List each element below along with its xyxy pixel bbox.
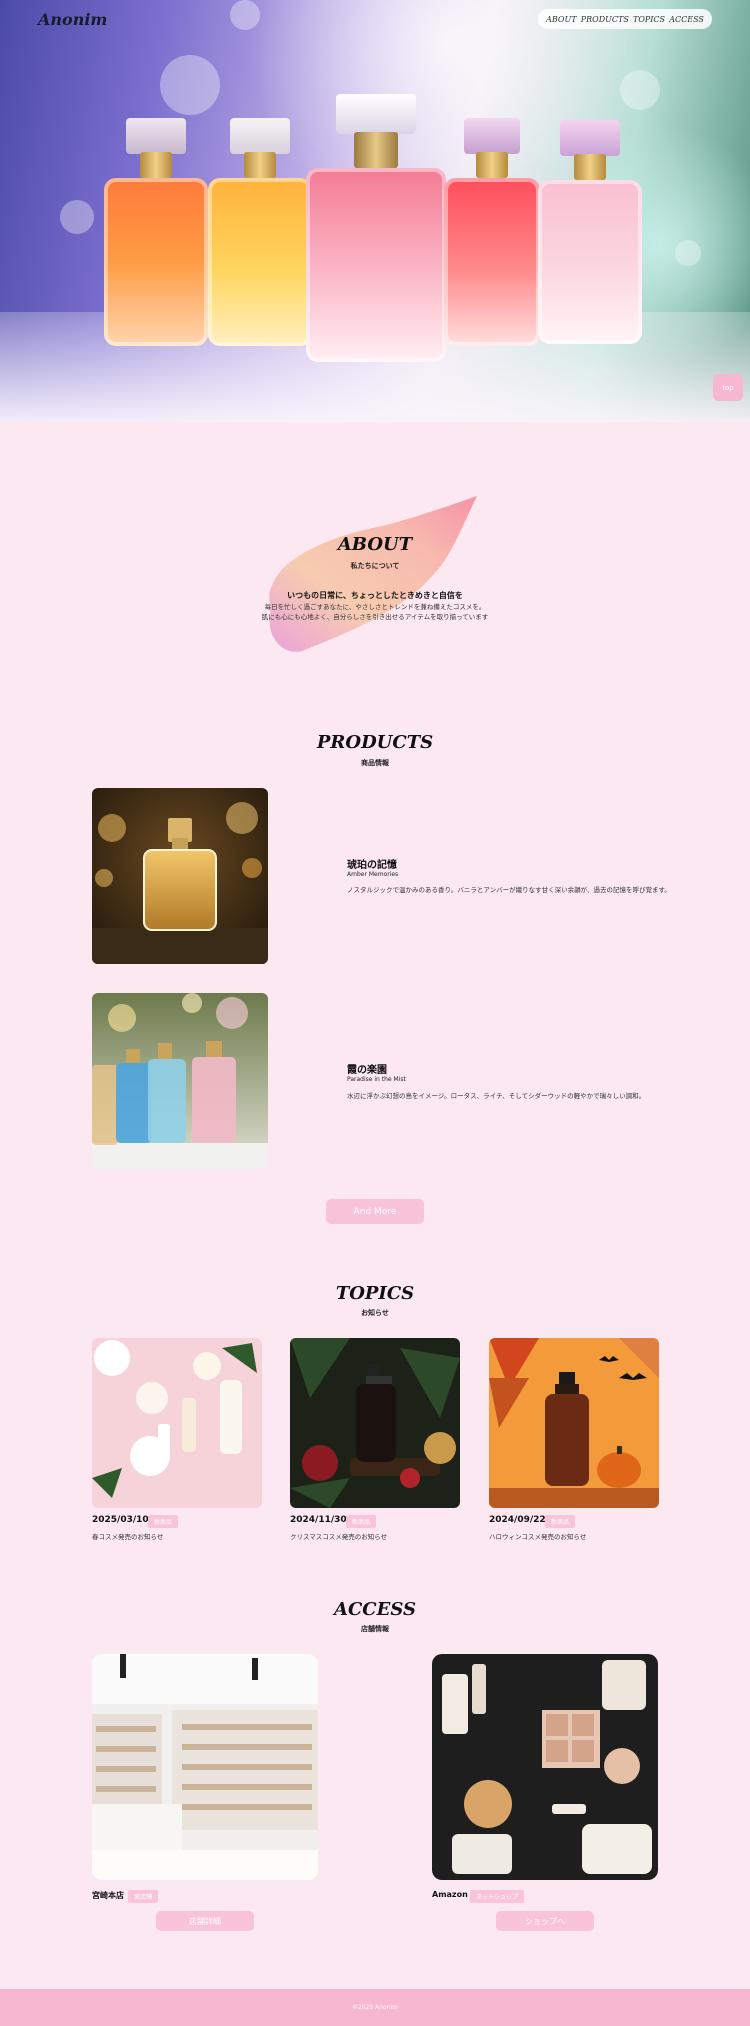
about-title: ABOUT [337, 534, 413, 555]
topic-image-christmas[interactable] [290, 1338, 460, 1508]
bokeh-light [675, 240, 701, 266]
product-desc-2: 水辺に浮かぶ幻想の島をイメージ。ロータス、ライチ、そしてシダーウッドの軽やかで瑞… [347, 1092, 646, 1100]
topic-date-1: 2025/03/10 [92, 1515, 149, 1525]
about-heading: いつもの日常に、ちょっとしたときめきと自信を [287, 591, 463, 600]
topic-date-2: 2024/11/30 [290, 1515, 347, 1525]
product-en-1: Amber Memories [347, 871, 399, 878]
access-image-online[interactable] [432, 1654, 658, 1880]
topics-subtitle: お知らせ [361, 1309, 389, 1317]
access-store-name-1: 宮崎本店 [92, 1891, 124, 1900]
about-line-1: 毎日を忙しく過ごすあなたに、やさしさとトレンドを兼ね備えたコスメを。 [264, 603, 486, 611]
about-subtitle: 私たちについて [350, 562, 400, 570]
bokeh-light [230, 0, 260, 30]
product-image-mist[interactable] [92, 993, 268, 1169]
footer-copyright: ©2025 Anonim [351, 2004, 399, 2011]
product-name-2: 霞の楽園 [347, 1065, 387, 1076]
shop-link-button[interactable]: ショップへ [496, 1911, 594, 1931]
and-more-button[interactable]: And More [326, 1199, 424, 1224]
topic-tag-2: 新商品 [346, 1515, 377, 1528]
nav-access[interactable]: ACCESS [669, 15, 704, 24]
store-detail-button[interactable]: 店舗詳細 [156, 1911, 254, 1931]
nav-about[interactable]: ABOUT [546, 15, 576, 24]
topic-text-2[interactable]: クリスマスコスメ発売のお知らせ [290, 1531, 387, 1541]
product-desc-1: ノスタルジックで温かみのある香り。バニラとアンバーが織りなす甘く深い余韻が、過去… [347, 886, 671, 894]
perfume-bottle-light-pink [538, 120, 642, 344]
access-title: ACCESS [334, 1599, 416, 1620]
perfume-bottle-pink [306, 94, 446, 362]
topic-image-halloween[interactable] [489, 1338, 659, 1508]
perfume-bottle-red [444, 118, 540, 346]
topic-image-spring[interactable] [92, 1338, 262, 1508]
perfume-bottle-yellow [208, 118, 312, 346]
bokeh-light [620, 70, 660, 110]
about-line-2: 肌にも心にも心地よく、自分らしさを引き出せるアイテムを取り揃っています [261, 613, 489, 621]
nav-products[interactable]: PRODUCTS [581, 15, 629, 24]
topic-tag-1: 新商品 [148, 1515, 179, 1528]
access-store-tag-1: 実店舗 [128, 1890, 159, 1903]
main-nav: ABOUT PRODUCTS TOPICS ACCESS [538, 9, 712, 29]
access-store-tag-2: ネットショップ [470, 1890, 525, 1903]
bokeh-light [160, 55, 220, 115]
hero-section: Anonim ABOUT PRODUCTS TOPICS ACCESS top [0, 0, 750, 422]
topic-date-3: 2024/09/22 [489, 1515, 546, 1525]
access-subtitle: 店舗情報 [361, 1625, 389, 1633]
topic-tag-3: 新商品 [545, 1515, 576, 1528]
topics-title: TOPICS [335, 1283, 415, 1304]
product-name-1: 琥珀の記憶 [347, 860, 397, 871]
topic-text-1[interactable]: 春コスメ発売のお知らせ [92, 1531, 163, 1541]
product-en-2: Paradise in the Mist [347, 1076, 406, 1083]
topic-text-3[interactable]: ハロウィンコスメ発売のお知らせ [489, 1531, 586, 1541]
nav-topics[interactable]: TOPICS [633, 15, 665, 24]
footer: ©2025 Anonim [0, 1989, 750, 2026]
access-image-store[interactable] [92, 1654, 318, 1880]
page-top-button[interactable]: top [713, 374, 743, 401]
access-store-name-2: Amazon [432, 1890, 468, 1899]
products-title: PRODUCTS [316, 732, 434, 753]
products-subtitle: 商品情報 [361, 759, 389, 767]
bokeh-light [60, 200, 94, 234]
perfume-bottle-orange [104, 118, 208, 346]
site-logo[interactable]: Anonim [38, 10, 107, 29]
product-image-amber[interactable] [92, 788, 268, 964]
about-brush-stroke [269, 496, 477, 652]
